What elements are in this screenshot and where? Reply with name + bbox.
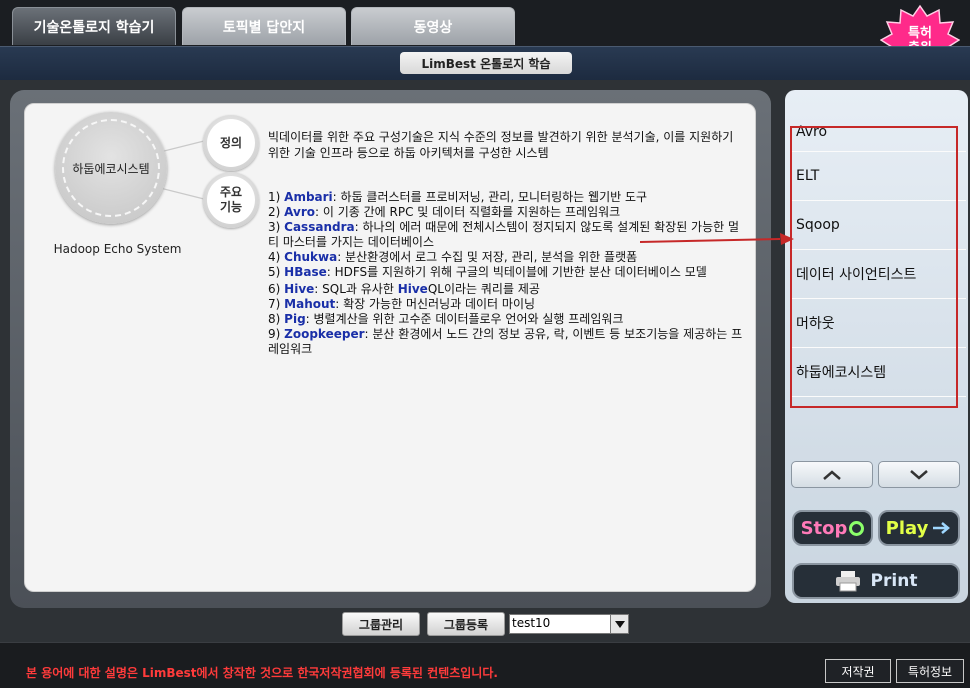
concept-name: 하둡에코시스템 <box>62 119 160 217</box>
printer-icon <box>835 571 860 592</box>
group-register-button[interactable]: 그룹등록 <box>427 612 505 636</box>
feature-item: 8) Pig: 병렬계산을 위한 고수준 데이터플로우 언어와 실행 프레임워크 <box>268 312 624 326</box>
feature-keyword[interactable]: Pig <box>284 312 306 326</box>
chevron-down-icon <box>910 469 928 480</box>
copyright-note: 본 용어에 대한 설명은 LimBest에서 창작한 것으로 한국저작권협회에 … <box>26 666 498 680</box>
tab-topic-answers[interactable]: 토픽별 답안지 <box>182 7 346 45</box>
feature-keyword[interactable]: HBase <box>284 265 327 279</box>
features-label-line-2: 기능 <box>219 200 243 214</box>
feature-item: 1) Ambari: 하둡 클러스터를 프로비저닝, 관리, 모니터링하는 웹기… <box>268 190 648 204</box>
concept-english-name: Hadoop Echo System <box>53 242 182 256</box>
definition-label: 정의 <box>219 135 243 150</box>
group-select-value: test10 <box>512 616 551 630</box>
tab-ontology-learner[interactable]: 기술온톨로지 학습기 <box>12 7 176 45</box>
stop-button[interactable]: Stop <box>792 510 873 546</box>
stop-circle-icon <box>849 520 865 536</box>
chevron-down-icon <box>614 620 625 628</box>
feature-keyword[interactable]: Hive <box>398 282 428 296</box>
arrow-right-icon <box>933 522 951 534</box>
scroll-down-button[interactable] <box>878 461 960 488</box>
concept-circle: 하둡에코시스템 <box>55 112 167 224</box>
feature-item: 9) Zoopkeeper: 분산 환경에서 노드 간의 정보 공유, 락, 이… <box>268 327 743 356</box>
red-arrow-icon <box>640 233 794 245</box>
feature-keyword[interactable]: Avro <box>284 205 315 219</box>
feature-item: 2) Avro: 이 기종 간에 RPC 및 데이터 직렬화를 지원하는 프레임… <box>268 205 621 219</box>
copyright-button[interactable]: 저작권 <box>825 659 891 683</box>
print-label: Print <box>870 571 918 591</box>
features-label-circle: 주요 기능 <box>203 172 259 228</box>
feature-keyword[interactable]: Mahout <box>284 297 335 311</box>
features-list: 1) Ambari: 하둡 클러스터를 프로비저닝, 관리, 모니터링하는 웹기… <box>268 190 748 357</box>
feature-item: 7) Mahout: 확장 가능한 머신러닝과 데이터 마이닝 <box>268 297 536 311</box>
group-select[interactable]: test10 <box>509 614 629 634</box>
definition-text: 빅데이터를 위한 주요 구성기술은 지식 수준의 정보를 발견하기 위한 분석기… <box>268 130 734 160</box>
features-label-line-1: 주요 <box>219 185 243 199</box>
feature-keyword[interactable]: Zoopkeeper <box>284 327 364 341</box>
feature-keyword[interactable]: Hive <box>284 282 314 296</box>
play-button[interactable]: Play <box>878 510 960 546</box>
chevron-up-icon <box>823 469 841 480</box>
feature-keyword[interactable]: Chukwa <box>284 250 337 264</box>
feature-item: 5) HBase: HDFS를 지원하기 위해 구글의 빅테이블에 기반한 분산… <box>268 265 707 279</box>
feature-keyword[interactable]: Cassandra <box>284 220 354 234</box>
feature-item: 6) Hive: SQL과 유사한 HiveQL이라는 쿼리를 제공 <box>268 282 540 296</box>
dropdown-toggle[interactable] <box>610 615 628 633</box>
definition-label-circle: 정의 <box>203 115 259 171</box>
stop-label: Stop <box>800 517 848 539</box>
play-label: Play <box>885 517 929 539</box>
feature-keyword[interactable]: Ambari <box>284 190 333 204</box>
badge-line-1: 특허 <box>908 26 932 41</box>
group-manage-button[interactable]: 그룹관리 <box>342 612 420 636</box>
patent-info-button[interactable]: 특허정보 <box>896 659 964 683</box>
page-subtitle: LimBest 온톨로지 학습 <box>400 52 572 74</box>
scroll-up-button[interactable] <box>791 461 873 488</box>
feature-item: 4) Chukwa: 분산환경에서 로그 수집 및 저장, 관리, 분석을 위한… <box>268 250 638 264</box>
print-button[interactable]: Print <box>792 563 960 599</box>
tab-videos[interactable]: 동영상 <box>351 7 515 45</box>
sub-header: LimBest 온톨로지 학습 <box>0 46 970 80</box>
highlight-box <box>790 126 958 408</box>
